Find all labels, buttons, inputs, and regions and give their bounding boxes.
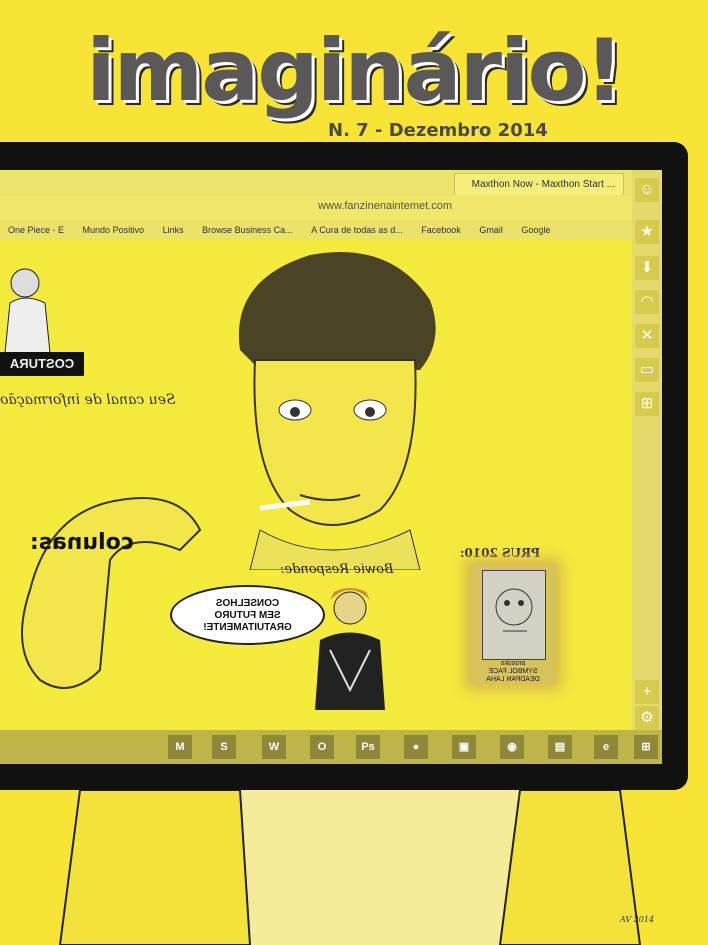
star-icon[interactable]: ★ bbox=[635, 220, 659, 244]
bookmark-item[interactable]: Mundo Positivo bbox=[83, 225, 145, 235]
windows-logo-icon[interactable]: ⊞ bbox=[634, 735, 658, 759]
face-doodle-icon bbox=[495, 588, 533, 632]
word-icon[interactable]: W bbox=[262, 735, 286, 759]
store-icon[interactable]: ▣ bbox=[452, 735, 476, 759]
bookmark-item[interactable]: Browse Business Ca... bbox=[202, 225, 293, 235]
explorer-icon[interactable]: ▤ bbox=[548, 735, 572, 759]
symbol-face-drawing bbox=[482, 570, 546, 660]
bookmark-item[interactable]: Links bbox=[163, 225, 184, 235]
poster-caption: aroosko SYMBOL FACE DEADPAN LAHA bbox=[474, 660, 552, 684]
caption-line: aroosko bbox=[500, 660, 526, 667]
rss-icon[interactable]: ◠ bbox=[635, 290, 659, 314]
prus-heading: PRUS 2010: bbox=[460, 546, 541, 560]
ie-icon[interactable]: e bbox=[594, 735, 618, 759]
costura-tag: COSTURA bbox=[0, 352, 84, 376]
bowie-illustration bbox=[315, 588, 385, 710]
taskbar-app-icon[interactable]: ● bbox=[404, 735, 428, 759]
hand-illustration bbox=[21, 497, 202, 689]
bookmark-item[interactable]: Facebook bbox=[421, 225, 461, 235]
issue-label: N. 7 - Dezembro 2014 bbox=[328, 120, 548, 141]
browser-tab[interactable]: Maxthon Now - Maxthon Start ... bbox=[454, 173, 624, 195]
taskbar-app-icon[interactable]: M bbox=[168, 735, 192, 759]
browser-sidebar: ☺ ★ ⬇ ◠ ✕ ▭ ⊞ + ⚙ bbox=[632, 170, 662, 730]
url-text: www.fanzinenaintemet.com bbox=[318, 200, 452, 212]
plus-icon[interactable]: + bbox=[635, 680, 659, 704]
tab-title: Maxthon Now - Maxthon Start ... bbox=[471, 179, 615, 190]
cover-title: imaginário! bbox=[86, 21, 624, 121]
man-face-illustration bbox=[238, 252, 436, 570]
bookmark-item[interactable]: Gmail bbox=[479, 225, 503, 235]
smiley-icon[interactable]: ☺ bbox=[635, 178, 659, 202]
bookmark-item[interactable]: One Piece - E bbox=[8, 225, 64, 235]
gamepad-icon[interactable]: ⊞ bbox=[635, 392, 659, 416]
poster: aroosko SYMBOL FACE DEADPAN LAHA bbox=[470, 564, 556, 684]
window-icon[interactable]: ▭ bbox=[635, 358, 659, 382]
tools-icon[interactable]: ✕ bbox=[635, 324, 659, 348]
canal-tagline: Seu canal de informação bbox=[0, 392, 176, 408]
bowie-heading: Bowie Responde: bbox=[280, 562, 394, 577]
tab-bar: Maxthon Now - Maxthon Start ... bbox=[0, 170, 632, 197]
taskbar-app-icon[interactable]: S bbox=[212, 735, 236, 759]
taskbar-app-icon[interactable]: ◉ bbox=[500, 735, 524, 759]
caption-line: SYMBOL FACE bbox=[488, 668, 538, 675]
taskbar-app-icon[interactable]: O bbox=[310, 735, 334, 759]
address-bar[interactable]: www.fanzinenaintemet.com bbox=[0, 196, 632, 221]
bookmark-item[interactable]: A Cura de todas as d... bbox=[311, 225, 403, 235]
taskbar: M S W O Ps ● ▣ ◉ ▤ e ⊞ bbox=[0, 730, 662, 764]
bookmarks-bar: One Piece - E Mundo Positivo Links Brows… bbox=[0, 220, 632, 240]
artist-signature: AV 2014 bbox=[620, 915, 655, 924]
woman-figure-icon bbox=[4, 268, 51, 354]
photoshop-icon[interactable]: Ps bbox=[356, 735, 380, 759]
download-icon[interactable]: ⬇ bbox=[635, 256, 659, 280]
gear-icon[interactable]: ⚙ bbox=[635, 706, 659, 730]
bookmark-item[interactable]: Google bbox=[521, 225, 550, 235]
caption-line: DEADPAN LAHA bbox=[486, 676, 540, 683]
colunas-heading: colunas: bbox=[30, 530, 134, 555]
hands-holding-tablet bbox=[58, 790, 642, 945]
